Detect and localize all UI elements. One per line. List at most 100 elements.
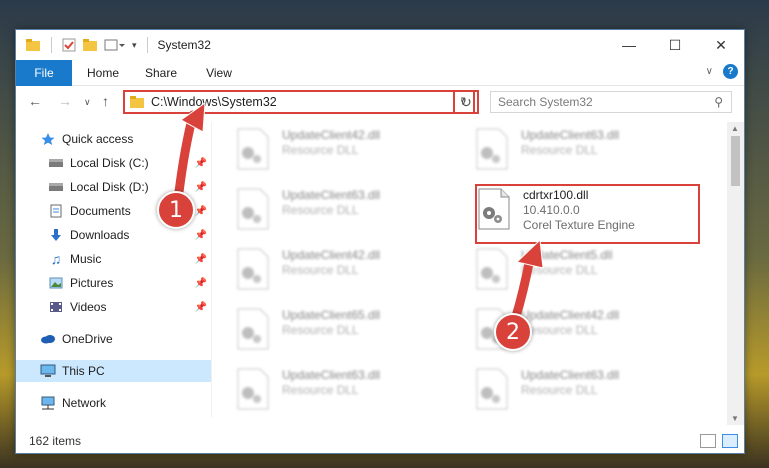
step-badge-1: 1 xyxy=(157,191,195,229)
nav-item-label: Music xyxy=(70,252,102,266)
dll-file-icon xyxy=(236,308,270,350)
details-view-icon[interactable] xyxy=(700,434,716,448)
videos-icon xyxy=(48,300,64,314)
nav-item-label: Local Disk (C:) xyxy=(70,156,149,170)
file-item[interactable]: UpdateClient42.dll Resource DLL xyxy=(236,128,451,178)
file-name: UpdateClient42.dll xyxy=(521,308,620,322)
file-name: UpdateClient63.dll xyxy=(521,128,620,142)
forward-arrow-icon[interactable]: → xyxy=(58,93,72,109)
drive-icon xyxy=(48,180,64,194)
nav-item-label: Network xyxy=(62,396,107,410)
window-controls: — ☐ ✕ xyxy=(606,30,744,60)
tab-view[interactable]: View xyxy=(190,66,248,80)
pin-icon: 📌 xyxy=(194,253,207,265)
drive-icon xyxy=(48,156,64,170)
address-path: C:\Windows\System32 xyxy=(151,95,277,109)
vertical-scrollbar[interactable]: ▲ ▼ xyxy=(727,122,744,425)
dll-file-icon xyxy=(475,248,509,290)
tab-file[interactable]: File xyxy=(16,59,72,86)
pin-icon: 📌 xyxy=(194,229,207,241)
nav-item-label: Pictures xyxy=(70,276,114,290)
explorer-window: ▾ System32 — ☐ ✕ File Home Share View ∨ … xyxy=(15,29,745,454)
search-placeholder: Search System32 xyxy=(498,95,593,109)
file-item[interactable]: UpdateClient65.dll Resource DLL xyxy=(236,308,451,358)
nav-item-pictures[interactable]: Pictures 📌 xyxy=(16,272,211,294)
nav-item-network[interactable]: Network xyxy=(16,392,211,414)
file-list: UpdateClient42.dll Resource DLL UpdateCli… xyxy=(221,122,726,417)
maximize-button[interactable]: ☐ xyxy=(652,30,698,60)
file-name: UpdateClient42.dll xyxy=(282,128,381,142)
dll-file-icon xyxy=(236,188,270,230)
music-icon: ♫ xyxy=(50,251,62,267)
file-item[interactable]: UpdateClient63.dll Resource DLL xyxy=(236,188,451,238)
file-item[interactable]: UpdateClient42.dll Resource DLL xyxy=(236,248,451,298)
new-folder-icon[interactable] xyxy=(82,38,98,52)
file-name: UpdateClient63.dll xyxy=(282,368,381,382)
file-name: UpdateClient63.dll xyxy=(521,368,620,382)
help-icon[interactable]: ? xyxy=(723,64,738,79)
up-arrow-icon[interactable]: ↑ xyxy=(102,93,109,109)
file-type: Resource DLL xyxy=(521,383,598,397)
item-count: 162 items xyxy=(29,434,82,448)
network-icon xyxy=(40,396,56,410)
address-row: ← → ∨ ↑ C:\Windows\System32 ∨ ↻ Search S… xyxy=(16,87,744,119)
status-bar: 162 items xyxy=(16,429,744,453)
dll-file-icon xyxy=(236,128,270,170)
cloud-icon xyxy=(40,332,56,346)
dll-file-icon xyxy=(236,368,270,410)
folder-icon[interactable] xyxy=(25,38,41,52)
dll-file-icon xyxy=(236,248,270,290)
customize-toolbar-chevron-icon[interactable]: ▾ xyxy=(132,40,137,51)
nav-item-quick-access[interactable]: Quick access xyxy=(16,128,211,150)
scrollbar-thumb[interactable] xyxy=(731,136,740,186)
file-name: UpdateClient65.dll xyxy=(282,308,381,322)
scroll-down-icon[interactable]: ▼ xyxy=(731,414,739,423)
nav-item-music[interactable]: ♫ Music 📌 xyxy=(16,248,211,270)
file-item[interactable]: UpdateClient5.dll Resource DLL xyxy=(475,248,690,298)
refresh-button[interactable]: ↻ xyxy=(453,90,479,114)
nav-item-label: This PC xyxy=(62,364,105,378)
large-icons-view-icon[interactable] xyxy=(722,434,738,448)
nav-item-label: Downloads xyxy=(70,228,130,242)
file-item[interactable]: UpdateClient63.dll Resource DLL xyxy=(475,368,690,417)
pin-icon: 📌 xyxy=(194,301,207,313)
step-badge-2: 2 xyxy=(494,313,532,351)
search-input[interactable]: Search System32 ⚲ xyxy=(490,91,732,113)
file-item[interactable]: UpdateClient63.dll Resource DLL xyxy=(236,368,451,417)
properties-icon[interactable] xyxy=(62,38,76,52)
tab-home[interactable]: Home xyxy=(74,66,132,80)
file-type: Resource DLL xyxy=(521,263,598,277)
file-name: UpdateClient42.dll xyxy=(282,248,381,262)
pin-icon: 📌 xyxy=(194,181,207,193)
nav-item-videos[interactable]: Videos 📌 xyxy=(16,296,211,318)
navigation-pane: Quick access Local Disk (C:) 📌 Local Dis… xyxy=(16,122,211,417)
minimize-button[interactable]: — xyxy=(606,30,652,60)
scroll-up-icon[interactable]: ▲ xyxy=(731,124,739,133)
address-bar[interactable]: C:\Windows\System32 ∨ xyxy=(123,90,475,114)
nav-item-onedrive[interactable]: OneDrive xyxy=(16,328,211,350)
file-type: Resource DLL xyxy=(521,323,598,337)
nav-item-label: Local Disk (D:) xyxy=(70,180,149,194)
recent-locations-chevron-icon[interactable]: ∨ xyxy=(84,97,91,108)
expand-ribbon-chevron-icon[interactable]: ∨ xyxy=(706,66,713,77)
close-button[interactable]: ✕ xyxy=(698,30,744,60)
nav-item-this-pc[interactable]: This PC xyxy=(16,360,211,382)
nav-item-label: OneDrive xyxy=(62,332,113,346)
dll-file-icon xyxy=(475,368,509,410)
nav-item-label: Videos xyxy=(70,300,107,314)
star-icon xyxy=(40,132,56,146)
file-item[interactable]: UpdateClient63.dll Resource DLL xyxy=(475,128,690,178)
download-icon xyxy=(48,228,64,242)
folder-icon xyxy=(130,96,144,108)
computer-icon xyxy=(40,364,56,378)
back-arrow-icon[interactable]: ← xyxy=(28,93,42,109)
quick-access-toolbar: ▾ xyxy=(16,37,152,53)
tab-share[interactable]: Share xyxy=(132,66,190,80)
nav-item-local-disk-c[interactable]: Local Disk (C:) 📌 xyxy=(16,152,211,174)
pin-icon: 📌 xyxy=(194,157,207,169)
file-type: Resource DLL xyxy=(282,383,359,397)
file-name: UpdateClient63.dll xyxy=(282,188,381,202)
view-options-icon[interactable] xyxy=(104,38,126,52)
pin-icon: 📌 xyxy=(194,205,207,217)
title-bar: ▾ System32 — ☐ ✕ xyxy=(16,30,744,60)
